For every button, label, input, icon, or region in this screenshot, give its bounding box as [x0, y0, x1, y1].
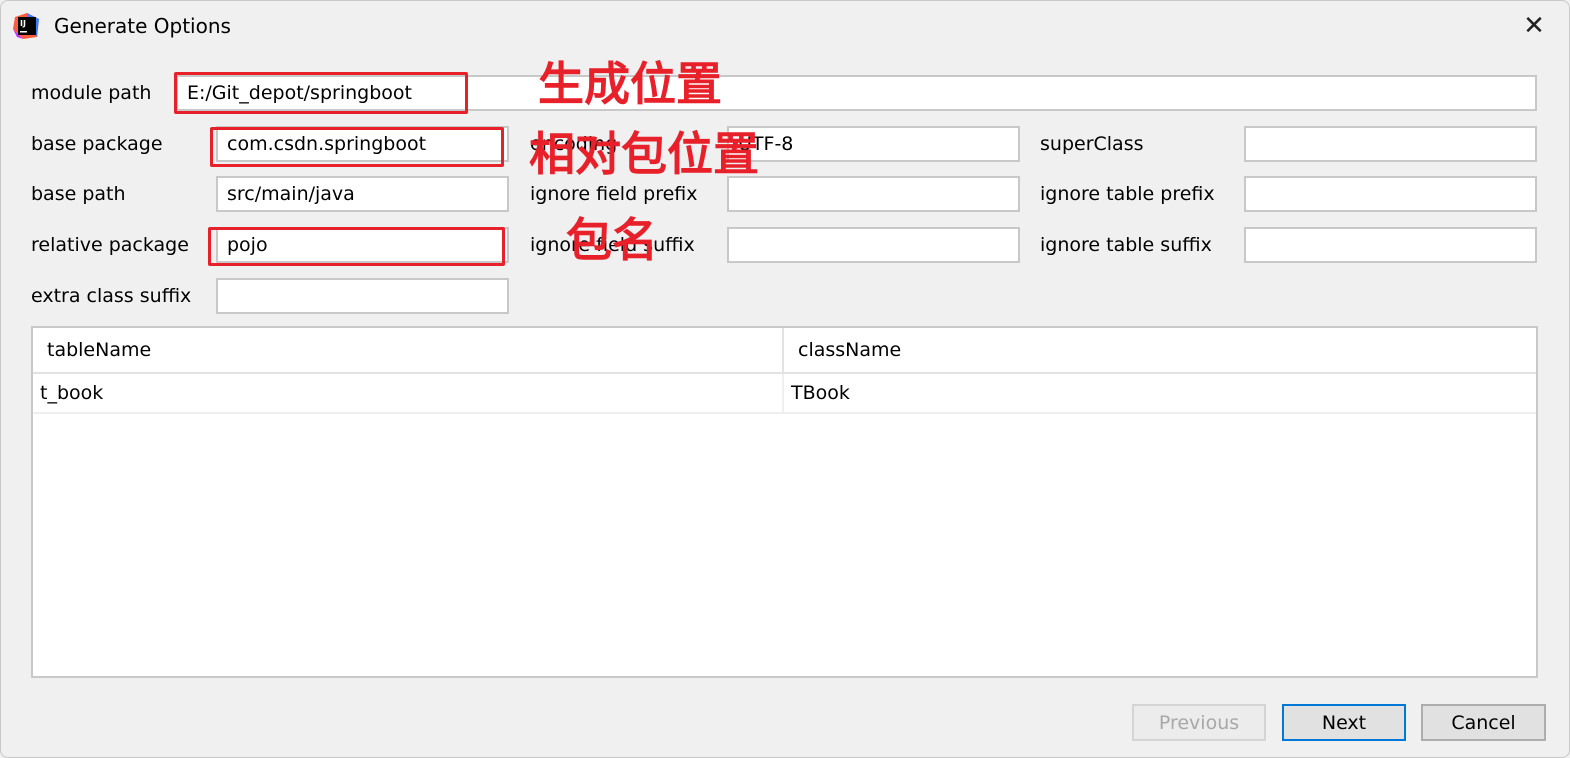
super-class-input[interactable] — [1244, 126, 1537, 162]
table-header: tableName className — [33, 328, 1536, 374]
class-name-cell[interactable]: TBook — [784, 374, 1536, 412]
ignore-table-suffix-label: ignore table suffix — [1040, 234, 1212, 256]
column-header-table-name[interactable]: tableName — [33, 328, 784, 372]
ignore-table-prefix-label: ignore table prefix — [1040, 183, 1215, 205]
ignore-field-suffix-input[interactable] — [727, 227, 1020, 263]
extra-class-suffix-label: extra class suffix — [31, 285, 192, 307]
relative-package-label: relative package — [31, 234, 189, 256]
window-title: Generate Options — [54, 14, 231, 38]
svg-text:IJ: IJ — [20, 19, 26, 28]
table-mapping-grid[interactable]: tableName className t_book TBook — [31, 326, 1538, 678]
previous-button[interactable]: Previous — [1132, 704, 1266, 741]
encoding-label: encoding — [530, 133, 618, 155]
ignore-field-prefix-label: ignore field prefix — [530, 183, 698, 205]
relative-package-input[interactable] — [216, 227, 509, 263]
base-package-label: base package — [31, 133, 163, 155]
base-package-input[interactable] — [216, 126, 509, 162]
table-name-cell[interactable]: t_book — [33, 374, 784, 412]
ignore-field-suffix-label: ignore field suffix — [530, 234, 695, 256]
next-button[interactable]: Next — [1282, 704, 1406, 741]
super-class-label: superClass — [1040, 133, 1144, 155]
ignore-table-prefix-input[interactable] — [1244, 176, 1537, 212]
title-bar: IJ Generate Options ✕ — [1, 1, 1569, 51]
base-path-input[interactable] — [216, 176, 509, 212]
module-path-input[interactable] — [176, 75, 1537, 111]
module-path-label: module path — [31, 82, 152, 104]
generate-options-dialog: IJ Generate Options ✕ module path base p… — [0, 0, 1570, 758]
extra-class-suffix-input[interactable] — [216, 278, 509, 314]
close-icon[interactable]: ✕ — [1519, 11, 1549, 41]
base-path-label: base path — [31, 183, 126, 205]
column-header-class-name[interactable]: className — [784, 328, 1536, 372]
ignore-field-prefix-input[interactable] — [727, 176, 1020, 212]
intellij-app-icon: IJ — [13, 13, 41, 39]
ignore-table-suffix-input[interactable] — [1244, 227, 1537, 263]
encoding-input[interactable] — [727, 126, 1020, 162]
cancel-button[interactable]: Cancel — [1421, 704, 1546, 741]
table-row[interactable]: t_book TBook — [33, 374, 1536, 414]
